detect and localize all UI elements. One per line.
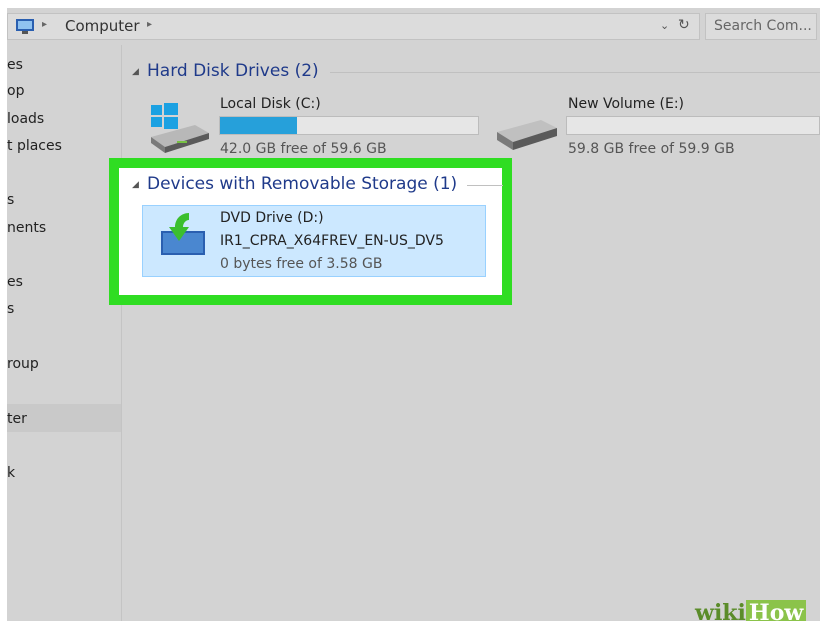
breadcrumb-computer[interactable]: Computer <box>65 17 140 35</box>
address-bar: ▸ Computer ▸ ⌄ ↻ Search Com... <box>7 8 820 45</box>
nav-item[interactable]: es <box>7 274 23 290</box>
breadcrumb-arrow-icon[interactable]: ▸ <box>147 19 152 30</box>
group-header-removable-storage[interactable]: Devices with Removable Storage (1) <box>147 174 457 194</box>
search-input[interactable]: Search Com... <box>705 13 817 40</box>
drive-usage-fill-c <box>220 117 298 134</box>
collapse-triangle-icon[interactable]: ◢ <box>132 67 139 77</box>
collapse-triangle-icon[interactable]: ◢ <box>132 180 139 190</box>
nav-item-downloads[interactable]: loads <box>7 111 44 127</box>
dvd-drive-name: DVD Drive (D:) <box>220 210 324 226</box>
breadcrumb-arrow-icon[interactable]: ▸ <box>42 19 47 30</box>
nav-item-recent-places[interactable]: t places <box>7 138 62 154</box>
drive-name-e[interactable]: New Volume (E:) <box>568 96 684 112</box>
nav-item[interactable]: op <box>7 83 24 99</box>
group-divider <box>467 185 503 186</box>
computer-icon <box>16 19 34 34</box>
dvd-free-space: 0 bytes free of 3.58 GB <box>220 256 383 272</box>
nav-item[interactable]: s <box>7 192 14 208</box>
nav-item-homegroup[interactable]: roup <box>7 356 39 372</box>
chevron-down-icon[interactable]: ⌄ <box>660 19 669 32</box>
dvd-volume-label: IR1_CPRA_X64FREV_EN-US_DV5 <box>220 233 444 249</box>
group-divider <box>330 72 820 73</box>
nav-item-network[interactable]: k <box>7 465 15 481</box>
group-header-hard-disk-drives[interactable]: Hard Disk Drives (2) <box>147 61 319 81</box>
explorer-window: ▸ Computer ▸ ⌄ ↻ Search Com... es op loa… <box>7 8 820 621</box>
drive-name-c[interactable]: Local Disk (C:) <box>220 96 321 112</box>
wikihow-watermark: wiki How <box>695 600 807 621</box>
breadcrumb[interactable]: ▸ Computer ▸ ⌄ ↻ <box>7 13 700 40</box>
drive-usage-bar-c <box>219 116 479 135</box>
new-volume-drive-icon[interactable] <box>495 118 559 156</box>
nav-item-computer[interactable]: ter <box>7 411 27 427</box>
nav-item-documents[interactable]: nents <box>7 220 46 236</box>
local-disk-windows-icon[interactable] <box>147 103 211 155</box>
drive-usage-bar-e <box>566 116 820 135</box>
nav-item[interactable]: es <box>7 57 23 73</box>
drive-free-space-e: 59.8 GB free of 59.9 GB <box>568 141 735 157</box>
navigation-pane: es op loads t places s nents es s roup t… <box>7 45 122 621</box>
drive-free-space-c: 42.0 GB free of 59.6 GB <box>220 141 387 157</box>
refresh-icon[interactable]: ↻ <box>678 17 690 33</box>
nav-item[interactable]: s <box>7 301 14 317</box>
dvd-autoplay-icon <box>161 213 205 255</box>
